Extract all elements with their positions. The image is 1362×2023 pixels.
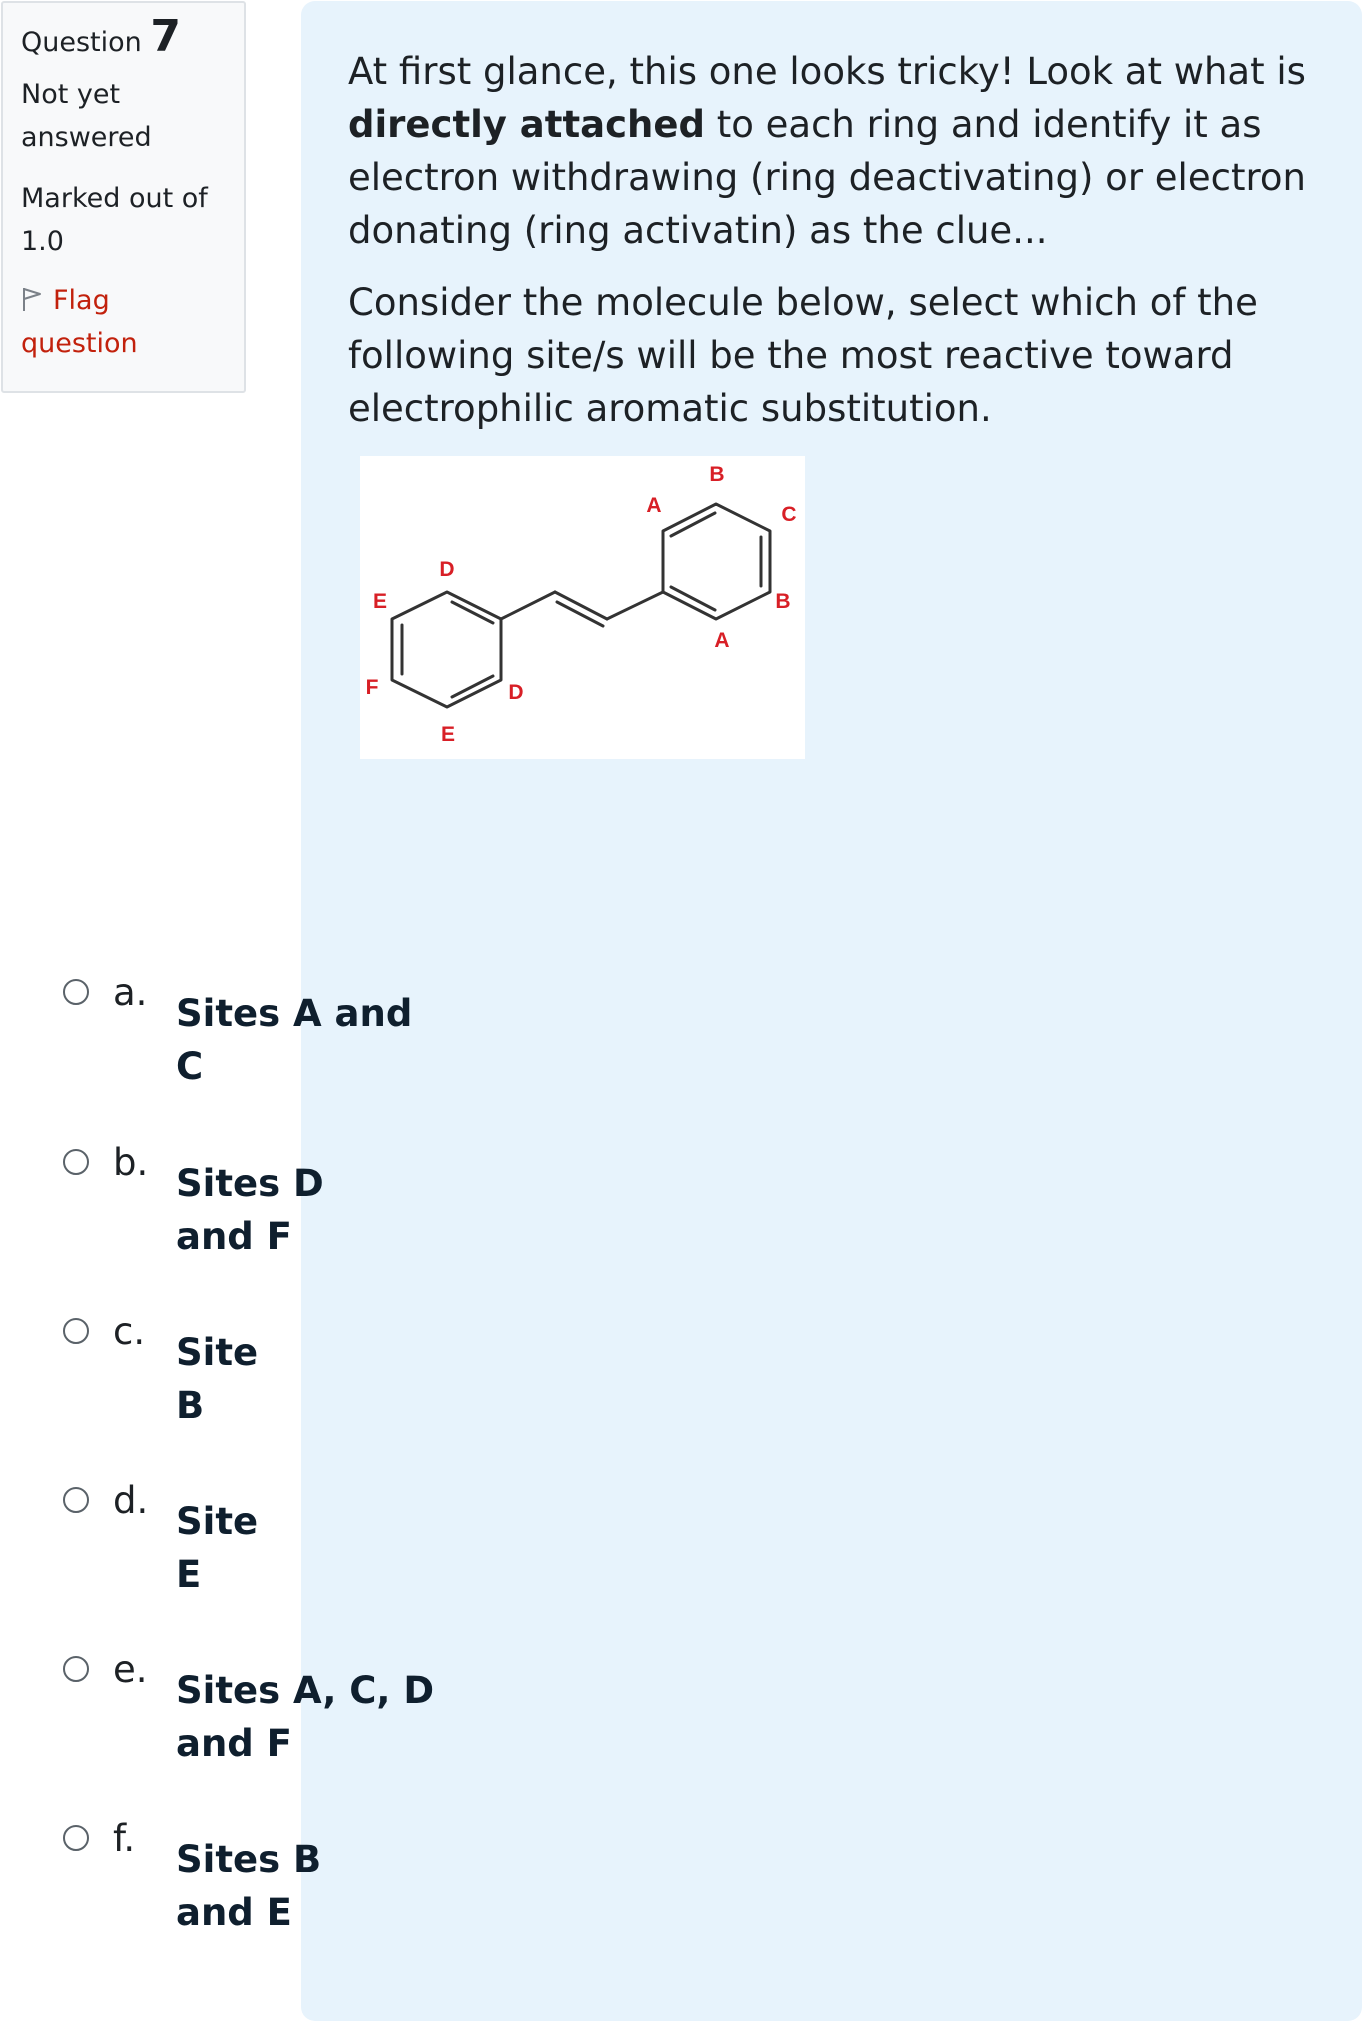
question-p1-part1: At first glance, this one looks tricky! … <box>348 50 1306 93</box>
answer-letter: a. <box>113 971 148 1014</box>
answer-letter: f. <box>113 1817 136 1860</box>
answer-text-line2: E <box>176 1553 202 1596</box>
answer-text-line1: Sites A and <box>176 992 413 1035</box>
answer-text-line1: Site <box>176 1500 259 1543</box>
answer-text[interactable]: Site E <box>176 1495 476 1601</box>
question-label: Question <box>21 27 142 58</box>
answer-letter: e. <box>113 1648 148 1691</box>
answer-text-line2: B <box>176 1384 205 1427</box>
answer-option-f[interactable]: f. Sites B and E <box>63 1817 663 1943</box>
answer-letter: c. <box>113 1310 146 1353</box>
label-right-b: B <box>775 590 790 613</box>
answer-text[interactable]: Sites D and F <box>176 1157 476 1263</box>
answer-text-line2: C <box>176 1045 204 1088</box>
label-bottom-e: E <box>441 723 455 746</box>
answer-text[interactable]: Site B <box>176 1326 476 1432</box>
answer-letter: d. <box>113 1479 149 1522</box>
radio-a[interactable] <box>63 979 89 1005</box>
answer-option-e[interactable]: e. Sites A, C, D and F <box>63 1648 663 1774</box>
question-info-panel: Question 7 Not yet answered Marked out o… <box>1 1 246 393</box>
radio-d[interactable] <box>63 1487 89 1513</box>
answer-option-a[interactable]: a. Sites A and C <box>63 971 663 1097</box>
label-left-f: F <box>366 676 379 699</box>
label-bottom-a: A <box>714 629 729 652</box>
answer-letter: b. <box>113 1141 149 1184</box>
question-number: 7 <box>150 11 181 62</box>
answer-text[interactable]: Sites B and E <box>176 1833 476 1939</box>
stilbene-molecule-image: A B C B A D E F E D <box>360 456 805 759</box>
answer-text-line2: and E <box>176 1891 292 1934</box>
answer-option-d[interactable]: d. Site E <box>63 1479 663 1605</box>
question-text: At first glance, this one looks tricky! … <box>348 45 1328 435</box>
label-left-e: E <box>373 590 387 613</box>
label-top-c: C <box>781 503 796 526</box>
question-p1-bold: directly attached <box>348 103 705 146</box>
radio-e[interactable] <box>63 1656 89 1682</box>
answer-text-line2: and F <box>176 1215 292 1258</box>
label-right-d: D <box>508 681 523 704</box>
answer-option-c[interactable]: c. Site B <box>63 1310 663 1436</box>
question-number-heading: Question 7 <box>21 15 226 61</box>
label-left-d: D <box>439 558 454 581</box>
question-paragraph-1: At first glance, this one looks tricky! … <box>348 45 1328 257</box>
label-top-b: B <box>709 463 724 486</box>
answer-text-line1: Sites D <box>176 1162 324 1205</box>
status-line1: Not yet <box>21 79 121 110</box>
flag-label-line1[interactable]: Flag <box>53 285 110 316</box>
answer-text[interactable]: Sites A and C <box>176 987 476 1093</box>
answer-option-b[interactable]: b. Sites D and F <box>63 1141 663 1267</box>
marks-line2: 1.0 <box>21 226 64 257</box>
answer-text-line1: Sites B <box>176 1838 322 1881</box>
flag-icon <box>23 288 41 311</box>
answer-text-line1: Sites A, C, D <box>176 1669 435 1712</box>
flag-question-link[interactable]: Flag question <box>21 279 226 365</box>
question-paragraph-2: Consider the molecule below, select whic… <box>348 281 1258 430</box>
radio-f[interactable] <box>63 1825 89 1851</box>
marks-line1: Marked out of <box>21 183 208 214</box>
answer-text[interactable]: Sites A, C, D and F <box>176 1664 476 1770</box>
answer-text-line2: and F <box>176 1722 292 1765</box>
flag-label-line2[interactable]: question <box>21 322 226 365</box>
radio-b[interactable] <box>63 1149 89 1175</box>
label-top-a: A <box>646 494 661 517</box>
answer-text-line1: Site <box>176 1331 259 1374</box>
radio-c[interactable] <box>63 1318 89 1344</box>
status-line2: answered <box>21 122 152 153</box>
